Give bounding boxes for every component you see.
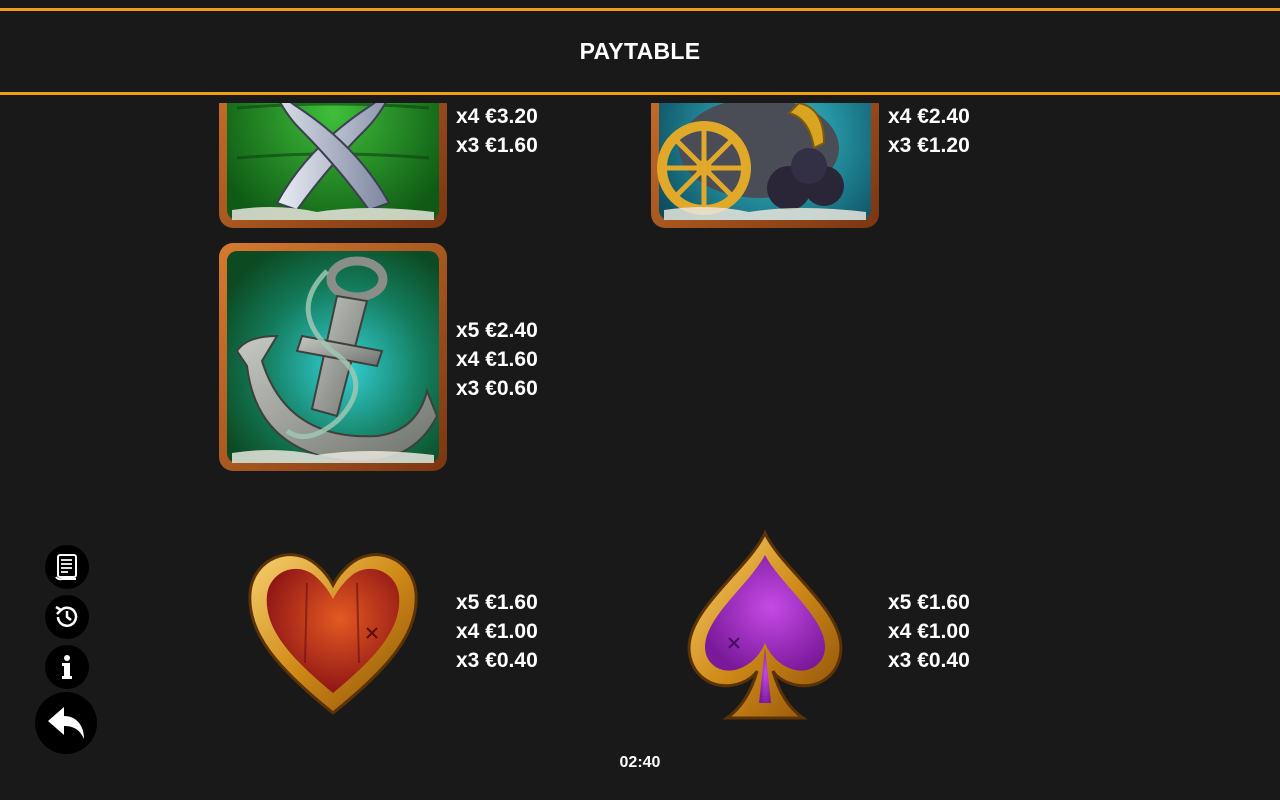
pay-line: x3 €0.40 bbox=[888, 649, 970, 672]
pay-line: x5 €2.40 bbox=[456, 319, 538, 342]
history-icon bbox=[55, 605, 78, 627]
back-icon bbox=[48, 707, 84, 739]
crossed-swords-symbol bbox=[217, 103, 449, 230]
pay-line: x3 €1.20 bbox=[888, 134, 970, 157]
back-button[interactable] bbox=[35, 692, 97, 754]
anchor-symbol bbox=[217, 241, 449, 473]
heart-pays: x5 €1.60 x4 €1.00 x3 €0.40 bbox=[456, 588, 538, 675]
spade-symbol bbox=[649, 513, 881, 745]
anchor-pays: x5 €2.40 x4 €1.60 x3 €0.60 bbox=[456, 316, 538, 403]
header-bottom-divider bbox=[0, 92, 1280, 95]
heart-symbol bbox=[217, 513, 449, 745]
pay-line: x3 €1.60 bbox=[456, 134, 538, 157]
header-top-divider bbox=[0, 8, 1280, 11]
cannon-pays: x4 €2.40 x3 €1.20 bbox=[888, 103, 970, 160]
pay-line: x5 €1.60 bbox=[456, 591, 538, 614]
pay-line: x4 €1.60 bbox=[456, 348, 538, 371]
pay-line: x5 €1.60 bbox=[888, 591, 970, 614]
rules-button[interactable] bbox=[45, 545, 89, 589]
pay-line: x4 €2.40 bbox=[888, 105, 970, 128]
spade-pays: x5 €1.60 x4 €1.00 x3 €0.40 bbox=[888, 588, 970, 675]
rules-icon bbox=[55, 554, 77, 581]
pay-line: x3 €0.60 bbox=[456, 377, 538, 400]
clock: 02:40 bbox=[619, 754, 661, 771]
crossed-swords-pays: x4 €3.20 x3 €1.60 bbox=[456, 103, 538, 160]
cannon-symbol bbox=[649, 103, 881, 230]
pay-line: x4 €3.20 bbox=[456, 105, 538, 128]
paytable-page: PAYTABLE x4 €3.20 x3 €1.60 x4 €2.40 x3 €… bbox=[0, 0, 1280, 800]
info-button[interactable] bbox=[45, 645, 89, 689]
history-button[interactable] bbox=[45, 595, 89, 639]
page-title: PAYTABLE bbox=[579, 38, 701, 64]
pay-line: x4 €1.00 bbox=[456, 620, 538, 643]
pay-line: x3 €0.40 bbox=[456, 649, 538, 672]
paytable-scroll-area[interactable]: x4 €3.20 x3 €1.60 x4 €2.40 x3 €1.20 x5 €… bbox=[0, 103, 1280, 800]
pay-line: x4 €1.00 bbox=[888, 620, 970, 643]
info-icon bbox=[62, 655, 72, 679]
